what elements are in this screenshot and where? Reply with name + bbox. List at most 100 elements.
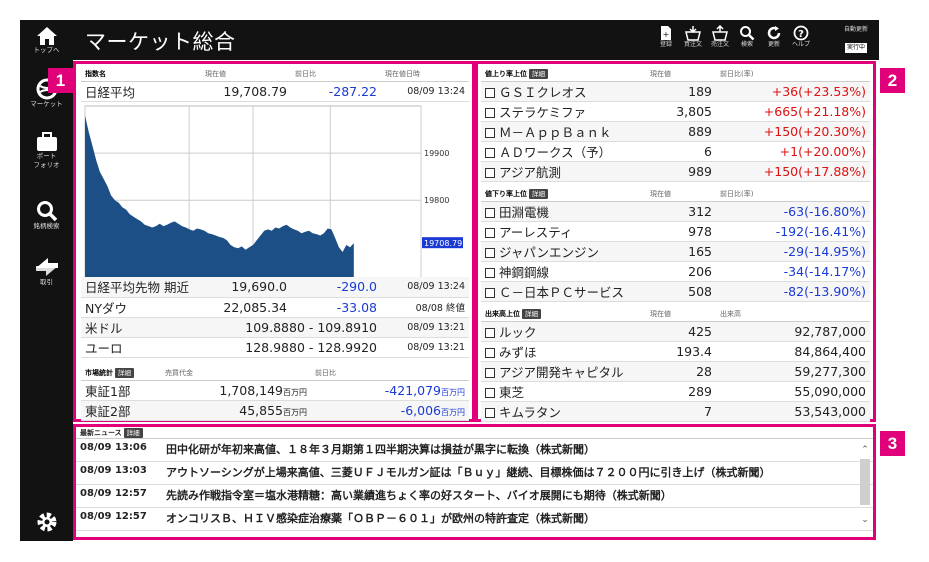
- table-row[interactable]: ステラケミファ 3,805 +665(+21.18%): [481, 101, 870, 122]
- select-checkbox[interactable]: [485, 247, 495, 258]
- refresh-button[interactable]: 更新: [761, 25, 787, 49]
- sidebar-item-portfolio[interactable]: ポート フォリオ: [20, 132, 73, 170]
- table-row[interactable]: ジャパンエンジン 165 -29(-14.95%): [481, 241, 870, 262]
- stock-name-cell: キムラタン: [481, 401, 646, 422]
- scroll-down-icon[interactable]: ⌄: [860, 515, 870, 525]
- buy-order-button[interactable]: 買注文: [680, 25, 706, 49]
- news-item[interactable]: 08/09 13:03 アウトソーシングが上場来高値、三菱ＵＦＪモルガン証は「Ｂｕ…: [76, 462, 873, 485]
- scrollbar-thumb[interactable]: [860, 459, 870, 505]
- scroll-up-icon[interactable]: ⌃: [860, 445, 870, 455]
- stock-volume: 84,864,400: [716, 341, 870, 362]
- stock-price: 312: [646, 201, 716, 222]
- col-price: 現在値: [646, 67, 716, 82]
- index-row-nikkei[interactable]: 日経平均 19,708.79 -287.22 08/09 13:24: [81, 81, 469, 102]
- section-badge-1: 1: [48, 68, 73, 93]
- news-item[interactable]: 08/09 13:06 田中化研が年初来高値、１８年３月期第１四半期決算は損益が黒…: [76, 439, 873, 462]
- index-row-usd[interactable]: 米ドル 109.8880 - 109.8910 08/09 13:21: [81, 317, 469, 338]
- market-name: 東証1部: [81, 380, 161, 401]
- stock-name-cell: ＧＳＩクレオス: [481, 81, 646, 102]
- select-checkbox[interactable]: [485, 267, 495, 278]
- stock-change: -192(-16.41%): [716, 221, 870, 242]
- gainers-detail-button[interactable]: 詳細: [529, 68, 548, 79]
- stock-name-cell: Ｃ－日本ＰＣサービス: [481, 281, 646, 302]
- select-checkbox[interactable]: [485, 87, 495, 98]
- table-row[interactable]: Ｃ－日本ＰＣサービス 508 -82(-13.90%): [481, 281, 870, 302]
- search-button[interactable]: 検索: [734, 25, 760, 49]
- table-row[interactable]: アジア航測 989 +150(+17.88%): [481, 161, 870, 182]
- select-checkbox[interactable]: [485, 407, 495, 418]
- index-value: 22,085.34: [206, 297, 291, 318]
- sidebar-item-stock-search[interactable]: 銘柄検索: [20, 200, 73, 231]
- news-time: 08/09 13:06: [80, 442, 147, 453]
- select-checkbox[interactable]: [485, 167, 495, 178]
- table-row[interactable]: 東芝 289 55,090,000: [481, 381, 870, 402]
- stock-price: 6: [646, 141, 716, 162]
- news-headline[interactable]: アウトソーシングが上場来高値、三菱ＵＦＪモルガン証は「Ｂｕｙ」継続、目標株価は７…: [164, 462, 854, 484]
- sidebar-item-trade[interactable]: 取引: [20, 256, 73, 287]
- table-row[interactable]: Ｍ－ＡｐｐＢａｎｋ 889 +150(+20.30%): [481, 121, 870, 142]
- stock-name: Ｃ－日本ＰＣサービス: [499, 284, 625, 300]
- index-row-nydow[interactable]: NYダウ 22,085.34 -33.08 08/08 終値: [81, 297, 469, 318]
- news-headline[interactable]: オンコリスＢ、ＨＩＶ感染症治療薬「ＯＢＰ－６０１」が欧州の特許査定（株式新聞）: [164, 508, 854, 530]
- select-checkbox[interactable]: [485, 207, 495, 218]
- news-headline[interactable]: 田中化研が年初来高値、１８年３月期第１四半期決算は損益が黒字に転換（株式新聞）: [164, 439, 854, 461]
- stock-change: +665(+21.18%): [716, 101, 870, 122]
- register-button[interactable]: + 登録: [653, 25, 679, 49]
- news-item[interactable]: 08/09 12:57 先読み作戦指令室＝塩水港精糖：高い業績進ちょく率の好スター…: [76, 485, 873, 508]
- search-icon: [740, 26, 755, 41]
- index-change: -287.22: [291, 81, 381, 102]
- table-row[interactable]: 田淵電機 312 -63(-16.80%): [481, 201, 870, 222]
- news-scrollbar[interactable]: ⌃ ⌄: [860, 445, 870, 531]
- select-checkbox[interactable]: [485, 387, 495, 398]
- stock-change: +150(+17.88%): [716, 161, 870, 182]
- select-checkbox[interactable]: [485, 227, 495, 238]
- market-stats-row-tse1[interactable]: 東証1部 1,708,149百万円 -421,079百万円: [81, 380, 469, 401]
- settings-button[interactable]: [20, 510, 73, 534]
- sell-order-icon: [712, 25, 728, 41]
- table-row[interactable]: ルック 425 92,787,000: [481, 321, 870, 342]
- stock-price: 425: [646, 321, 716, 342]
- auto-update-toggle[interactable]: 自動更新 実行中: [839, 26, 873, 53]
- news-detail-button[interactable]: 詳細: [123, 428, 143, 438]
- index-datetime: 08/09 13:21: [381, 337, 469, 358]
- col-price: 現在値: [646, 187, 716, 202]
- select-checkbox[interactable]: [485, 327, 495, 338]
- index-row-futures[interactable]: 日経平均先物 期近 19,690.0 -290.0 08/09 13:24: [81, 277, 469, 298]
- stock-change: +36(+23.53%): [716, 81, 870, 102]
- news-item[interactable]: 08/09 12:57 オンコリスＢ、ＨＩＶ感染症治療薬「ＯＢＰ－６０１」が欧州の…: [76, 508, 873, 531]
- select-checkbox[interactable]: [485, 147, 495, 158]
- sidebar-item-label: トップへ: [33, 46, 60, 54]
- nikkei-table: 指数名 現在値 前日比 現在値日時 日経平均 19,708.79 -287.22…: [81, 67, 469, 102]
- losers-table: 値下り率上位 詳細 現在値 前日比(率) 田淵電機 312 -63(-16.80%) ア…: [481, 187, 870, 302]
- volume-detail-button[interactable]: 詳細: [522, 308, 541, 319]
- index-row-eur[interactable]: ユーロ 128.9880 - 128.9920 08/09 13:21: [81, 337, 469, 358]
- select-checkbox[interactable]: [485, 127, 495, 138]
- news-time: 08/09 13:03: [80, 465, 147, 476]
- stock-price: 28: [646, 361, 716, 382]
- sell-order-button[interactable]: 売注文: [707, 25, 733, 49]
- briefcase-icon: [36, 132, 57, 151]
- select-checkbox[interactable]: [485, 347, 495, 358]
- market-stats-detail-button[interactable]: 詳細: [115, 367, 134, 378]
- sidebar-item-top[interactable]: トップへ: [20, 26, 73, 55]
- help-button[interactable]: ? ヘルプ: [788, 25, 814, 49]
- news-headline[interactable]: 先読み作戦指令室＝塩水港精糖：高い業績進ちょく率の好スタート、バイオ展開にも期待…: [164, 485, 854, 507]
- table-row[interactable]: 神鋼鋼線 206 -34(-14.17%): [481, 261, 870, 282]
- table-row[interactable]: アーレスティ 978 -192(-16.41%): [481, 221, 870, 242]
- table-row[interactable]: みずほ 193.4 84,864,400: [481, 341, 870, 362]
- stock-name: みずほ: [499, 344, 537, 360]
- select-checkbox[interactable]: [485, 287, 495, 298]
- col-change-rate: 前日比(率): [716, 187, 870, 202]
- table-row[interactable]: ＡＤワークス（予） 6 +1(+20.00%): [481, 141, 870, 162]
- index-value: 128.9880 - 128.9920: [206, 337, 381, 358]
- refresh-icon: [767, 26, 781, 40]
- stock-name-cell: 田淵電機: [481, 201, 646, 222]
- table-row[interactable]: キムラタン 7 53,543,000: [481, 401, 870, 422]
- table-row[interactable]: ＧＳＩクレオス 189 +36(+23.53%): [481, 81, 870, 102]
- market-stats-row-tse2[interactable]: 東証2部 45,855百万円 -6,006百万円: [81, 400, 469, 421]
- losers-detail-button[interactable]: 詳細: [529, 188, 548, 199]
- stock-price: 193.4: [646, 341, 716, 362]
- table-row[interactable]: アジア開発キャピタル 28 59,277,300: [481, 361, 870, 382]
- select-checkbox[interactable]: [485, 107, 495, 118]
- select-checkbox[interactable]: [485, 367, 495, 378]
